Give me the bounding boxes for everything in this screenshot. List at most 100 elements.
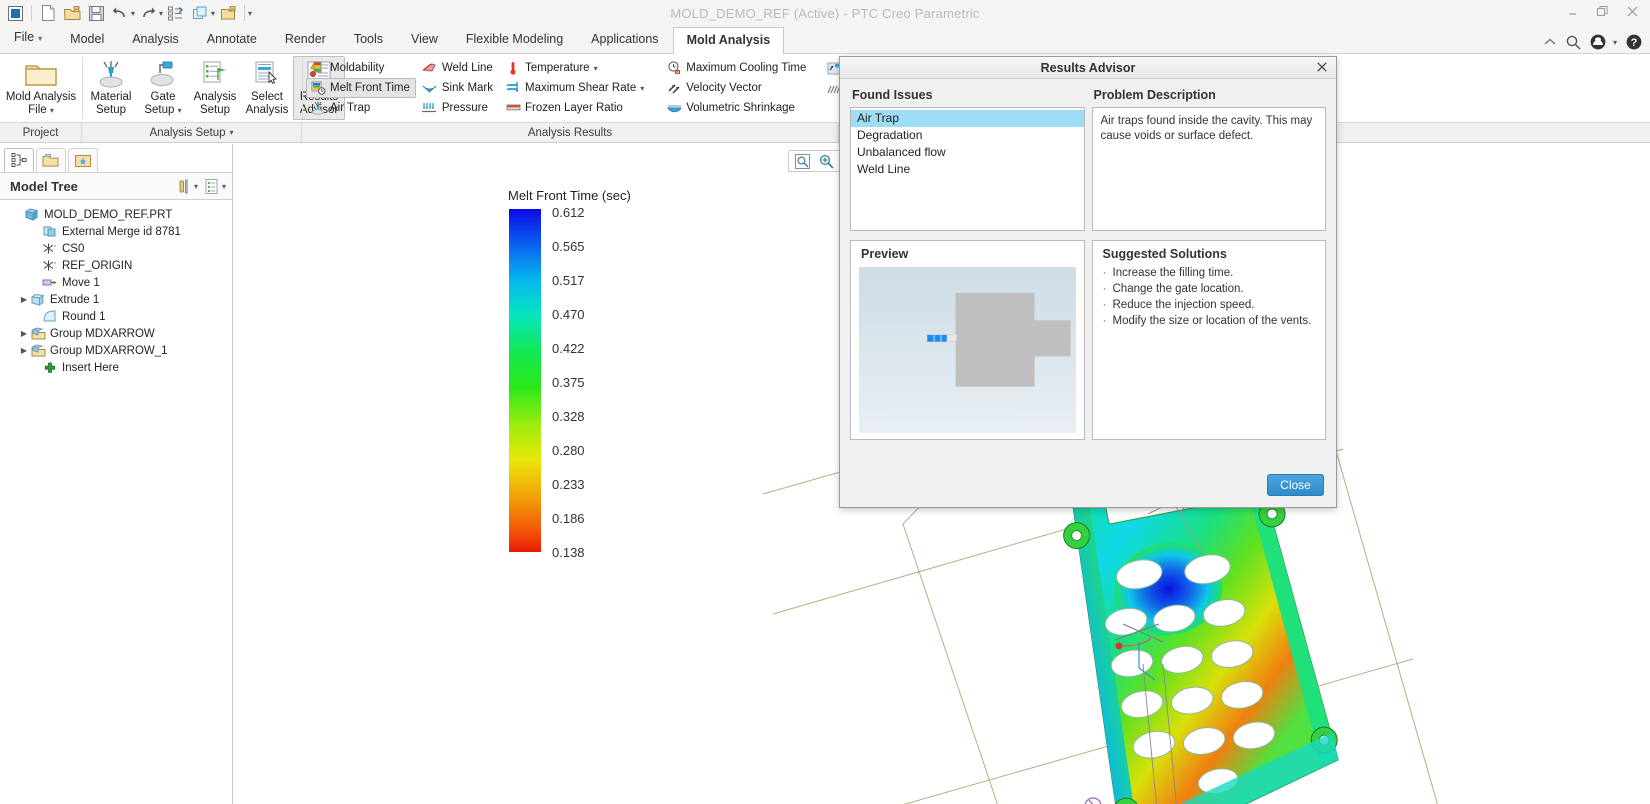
temperature-caret-icon[interactable]: ▾ (594, 64, 598, 73)
shear-rate-caret-icon[interactable]: ▾ (640, 84, 644, 93)
analysis-setup-button[interactable]: Analysis Setup (189, 56, 241, 120)
tab-model[interactable]: Model (56, 26, 118, 53)
save-icon[interactable] (85, 3, 107, 23)
model-tree-tab[interactable] (4, 148, 34, 172)
tab-view[interactable]: View (397, 26, 452, 53)
account-icon[interactable] (1590, 34, 1606, 50)
new-icon[interactable] (37, 3, 59, 23)
close-window-icon[interactable] (217, 3, 239, 23)
folder-browser-tab[interactable] (36, 148, 66, 172)
tree-item-move-1[interactable]: Move 1 (6, 274, 232, 291)
tree-item-round-1[interactable]: Round 1 (6, 308, 232, 325)
temperature-button[interactable]: Temperature ▾ (501, 58, 650, 78)
tab-flexible-modeling[interactable]: Flexible Modeling (452, 26, 577, 53)
undo-icon[interactable] (109, 3, 131, 23)
tree-item-insert-here[interactable]: Insert Here (6, 359, 232, 376)
pressure-button[interactable]: Pressure (418, 98, 499, 118)
regenerate-icon[interactable] (165, 3, 187, 23)
volumetric-shrinkage-label: Volumetric Shrinkage (686, 102, 795, 114)
legend-color-bar (509, 209, 541, 552)
tree-expander-group-1[interactable]: ▶ (18, 329, 30, 338)
mold-analysis-file-button[interactable]: Mold Analysis File ▾ (2, 56, 80, 120)
zoom-in-icon[interactable] (815, 151, 837, 171)
tree-item-part[interactable]: MOLD_DEMO_REF.PRT (6, 206, 232, 223)
redo-icon[interactable] (137, 3, 159, 23)
weld-line-button[interactable]: Weld Line (418, 58, 499, 78)
ribbon-tab-bar[interactable]: File ▾ Model Analysis Annotate Render Too… (0, 26, 1650, 54)
frozen-layer-ratio-button[interactable]: Frozen Layer Ratio (501, 98, 650, 118)
velocity-vector-button[interactable]: Velocity Vector (662, 78, 812, 98)
minimize-icon[interactable] (1564, 4, 1580, 18)
found-issues-list[interactable]: Air Trap Degradation Unbalanced flow Wel… (850, 107, 1085, 231)
left-panel-tabs[interactable] (0, 144, 232, 172)
frozen-layer-ratio-label: Frozen Layer Ratio (525, 102, 623, 114)
material-setup-button[interactable]: Material Setup (85, 56, 137, 120)
tab-file[interactable]: File ▾ (0, 24, 56, 53)
found-issue-item-air-trap[interactable]: Air Trap (851, 110, 1084, 127)
tree-display-caret-icon[interactable]: ▾ (222, 182, 226, 191)
tree-item-external-merge[interactable]: External Merge id 8781 (6, 223, 232, 240)
undo-caret-icon[interactable]: ▾ (131, 9, 135, 18)
close-button[interactable]: Close (1267, 474, 1324, 496)
window-caret-icon[interactable]: ▾ (211, 9, 215, 18)
tab-tools[interactable]: Tools (340, 26, 397, 53)
tab-annotate[interactable]: Annotate (193, 26, 271, 53)
mold-analysis-file-label-2: File (28, 103, 47, 116)
tab-render[interactable]: Render (271, 26, 340, 53)
results-advisor-dialog[interactable]: Results Advisor Found Issues Air Trap De… (839, 56, 1337, 508)
maximum-shear-rate-button[interactable]: Maximum Shear Rate ▾ (501, 78, 650, 98)
tree-settings-icon[interactable]: ▾ (175, 178, 198, 195)
tree-item-group-mdxarrow[interactable]: ▶ Group MDXARROW (6, 325, 232, 342)
customize-qat-icon[interactable]: ▾ (248, 9, 252, 18)
tree-expander-extrude[interactable]: ▶ (18, 295, 30, 304)
tab-applications[interactable]: Applications (577, 26, 672, 53)
legend-tick: 0.186 (552, 511, 585, 526)
gate-setup-label-1: Gate (150, 91, 176, 103)
tree-expander-group-2[interactable]: ▶ (18, 346, 30, 355)
round-icon (42, 310, 58, 324)
dialog-footer: Close (840, 463, 1336, 507)
tree-item-group-mdxarrow-1[interactable]: ▶ Group MDXARROW_1 (6, 342, 232, 359)
found-issue-item-degradation[interactable]: Degradation (851, 127, 1084, 144)
open-icon[interactable] (61, 3, 83, 23)
tree-settings-caret-icon[interactable]: ▾ (194, 182, 198, 191)
maximum-cooling-time-label: Maximum Cooling Time (686, 62, 807, 74)
found-issue-item-unbalanced-flow[interactable]: Unbalanced flow (851, 144, 1084, 161)
close-icon[interactable] (1624, 4, 1640, 18)
account-caret-icon[interactable]: ▾ (1613, 38, 1617, 47)
model-tree[interactable]: MOLD_DEMO_REF.PRT External Merge id 8781… (0, 200, 232, 376)
volumetric-shrinkage-icon (666, 100, 682, 116)
tree-item-ref-origin[interactable]: xx REF_ORIGIN (6, 257, 232, 274)
window-icon[interactable] (189, 3, 211, 23)
tree-item-cs0[interactable]: xx CS0 (6, 240, 232, 257)
select-analysis-button[interactable]: Select Analysis (241, 56, 293, 120)
tree-display-icon[interactable]: ▾ (204, 178, 226, 195)
dialog-close-icon[interactable] (1314, 59, 1330, 75)
redo-caret-icon[interactable]: ▾ (159, 9, 163, 18)
weld-line-icon (422, 60, 438, 76)
tree-item-extrude-1[interactable]: ▶ Extrude 1 (6, 291, 232, 308)
found-issue-item-weld-line[interactable]: Weld Line (851, 161, 1084, 178)
gate-setup-button[interactable]: Gate Setup ▾ (137, 56, 189, 120)
favorites-tab[interactable] (68, 148, 98, 172)
search-icon[interactable] (1566, 35, 1581, 50)
refit-icon[interactable] (791, 151, 813, 171)
sink-mark-button[interactable]: Sink Mark (418, 78, 499, 98)
quick-access-toolbar[interactable]: ▾ ▾ ▾ ▾ (0, 3, 252, 23)
tab-mold-analysis[interactable]: Mold Analysis (672, 27, 785, 54)
help-icon[interactable]: ? (1626, 34, 1642, 50)
melt-front-time-button[interactable]: Melt Front Time (306, 78, 416, 98)
moldability-button[interactable]: Moldability (306, 58, 416, 78)
tab-analysis[interactable]: Analysis (118, 26, 193, 53)
svg-text:M: M (676, 70, 679, 75)
volumetric-shrinkage-button[interactable]: Volumetric Shrinkage (662, 98, 812, 118)
window-controls[interactable] (1564, 4, 1640, 18)
analysis-setup-group-caret-icon[interactable]: ▾ (230, 128, 234, 137)
restore-icon[interactable] (1594, 4, 1610, 18)
collapse-ribbon-icon[interactable] (1543, 37, 1557, 48)
ribbon-right-icons[interactable]: ▾ ? (1543, 34, 1642, 50)
air-trap-button[interactable]: Air Trap (306, 98, 416, 118)
maximum-cooling-time-button[interactable]: M Maximum Cooling Time (662, 58, 812, 78)
group-label-analysis-setup[interactable]: Analysis Setup ▾ (82, 123, 302, 142)
app-menu-icon[interactable] (4, 3, 26, 23)
